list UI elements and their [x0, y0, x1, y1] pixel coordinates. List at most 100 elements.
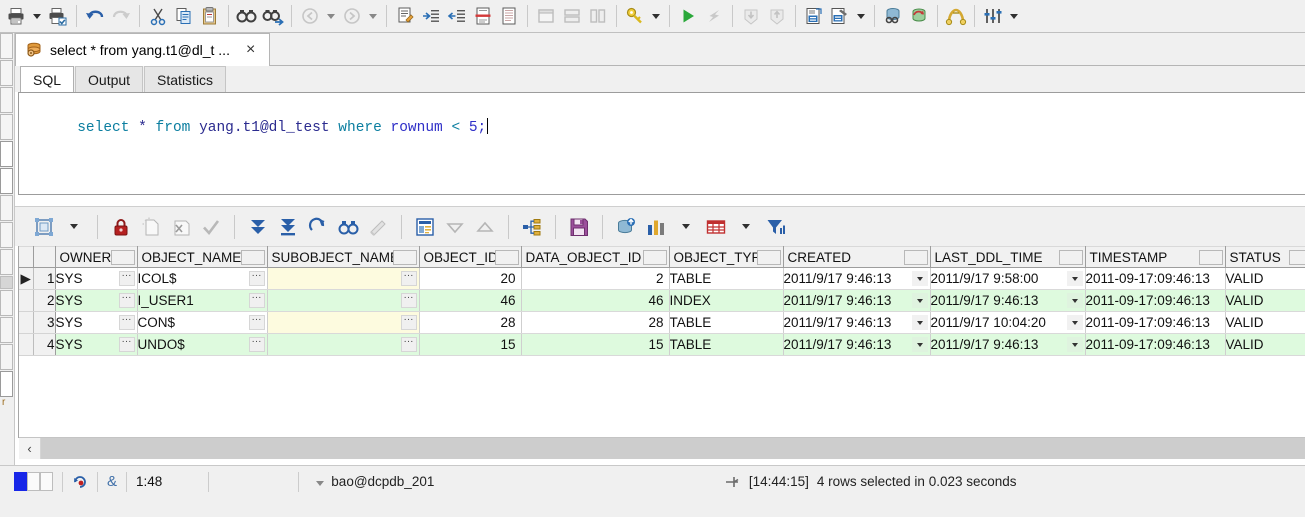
cell-owner[interactable]: SYS ···	[55, 289, 138, 312]
column-sort-handle[interactable]	[642, 249, 667, 265]
date-dropdown-caret[interactable]	[1066, 293, 1083, 308]
previous-record-icon[interactable]	[440, 212, 470, 242]
grid-export-caret[interactable]	[731, 212, 761, 242]
cell-subobject-name[interactable]: ···	[267, 267, 420, 290]
results-grid[interactable]: OWNER OBJECT_NAME SUBOBJECT_NAME OBJECT_…	[18, 246, 1305, 438]
cell-status[interactable]: VALID	[1225, 311, 1305, 334]
database-search-icon[interactable]	[880, 3, 906, 29]
explain-plan-key-icon[interactable]	[622, 3, 648, 29]
recording-icon[interactable]	[72, 474, 88, 490]
cell-timestamp[interactable]: 2011-09-17:09:46:13	[1085, 333, 1226, 356]
dock-stub[interactable]	[0, 249, 13, 275]
preferences-caret[interactable]	[1006, 3, 1022, 29]
cell-ellipsis-button[interactable]: ···	[118, 293, 135, 308]
cell-subobject-name[interactable]: ···	[267, 333, 420, 356]
column-header-last-ddl-time[interactable]: LAST_DDL_TIME	[930, 246, 1086, 268]
cell-ellipsis-button[interactable]: ···	[248, 315, 265, 330]
table-row[interactable]: 2 SYS ··· I_USER1 ··· ··· 46 46 INDEX 2011…	[19, 289, 1305, 312]
worksheet-tab[interactable]: select * from yang.t1@dl_t ... ×	[15, 33, 270, 66]
dock-stub[interactable]	[0, 222, 13, 248]
column-header-object-name[interactable]: OBJECT_NAME	[137, 246, 268, 268]
cell-ellipsis-button[interactable]: ···	[400, 315, 417, 330]
sql-editor-content[interactable]: select * from yang.t1@dl_test where rown…	[19, 93, 1305, 157]
lock-record-icon[interactable]	[106, 212, 136, 242]
session-tools-caret[interactable]	[853, 3, 869, 29]
print-icon[interactable]	[3, 3, 29, 29]
cell-subobject-name[interactable]: ···	[267, 311, 420, 334]
indent-left-icon[interactable]	[444, 3, 470, 29]
cell-object-name[interactable]: UNDO$ ···	[137, 333, 268, 356]
cell-ellipsis-button[interactable]: ···	[248, 271, 265, 286]
tab-sql[interactable]: SQL	[20, 66, 75, 92]
column-sort-handle[interactable]	[1288, 249, 1305, 265]
cell-object-id[interactable]: 15	[419, 333, 522, 356]
find-data-icon[interactable]	[333, 212, 363, 242]
find-next-icon[interactable]	[260, 3, 286, 29]
date-dropdown-caret[interactable]	[911, 315, 928, 330]
filter-funnel-icon[interactable]	[761, 212, 791, 242]
forward-icon[interactable]	[339, 3, 365, 29]
date-dropdown-caret[interactable]	[1066, 337, 1083, 352]
cell-object-name[interactable]: CON$ ···	[137, 311, 268, 334]
cell-ellipsis-button[interactable]: ···	[400, 337, 417, 352]
delete-record-icon[interactable]	[166, 212, 196, 242]
grid-export-icon[interactable]	[701, 212, 731, 242]
cell-last-ddl-time[interactable]: 2011/9/17 10:04:20	[930, 311, 1086, 334]
scroll-left-button[interactable]: ‹	[19, 438, 41, 459]
table-row[interactable]: 3 SYS ··· CON$ ··· ··· 28 28 TABLE 2011/9/…	[19, 311, 1305, 334]
cell-object-id[interactable]: 20	[419, 267, 522, 290]
sql-editor[interactable]: select * from yang.t1@dl_test where rown…	[18, 92, 1305, 195]
dbms-output-icon[interactable]	[943, 3, 969, 29]
column-header-created[interactable]: CREATED	[783, 246, 931, 268]
date-dropdown-caret[interactable]	[911, 271, 928, 286]
cell-owner[interactable]: SYS ···	[55, 311, 138, 334]
cell-data-object-id[interactable]: 28	[521, 311, 670, 334]
dock-stub[interactable]	[0, 60, 13, 86]
explain-plan-caret[interactable]	[648, 3, 664, 29]
window-single-icon[interactable]	[533, 3, 559, 29]
pin-icon[interactable]	[723, 473, 741, 491]
cell-object-type[interactable]: TABLE	[669, 311, 784, 334]
master-detail-icon[interactable]	[517, 212, 547, 242]
table-row[interactable]: ▶ 1 SYS ··· ICOL$ ··· ··· 20 2 TABLE 2011/…	[19, 267, 1305, 290]
window-horizontal-split-icon[interactable]	[559, 3, 585, 29]
post-changes-check-icon[interactable]	[196, 212, 226, 242]
grid-layout-icon[interactable]	[29, 212, 59, 242]
cell-last-ddl-time[interactable]: 2011/9/17 9:46:13	[930, 289, 1086, 312]
column-header-object-type[interactable]: OBJECT_TYPE	[669, 246, 784, 268]
cell-status[interactable]: VALID	[1225, 333, 1305, 356]
date-dropdown-caret[interactable]	[911, 337, 928, 352]
redo-icon[interactable]	[108, 3, 134, 29]
connection-indicator[interactable]: bao@dcpdb_201	[316, 474, 434, 489]
cell-ellipsis-button[interactable]: ···	[248, 337, 265, 352]
dock-scroll-thumb[interactable]	[0, 276, 13, 289]
cell-ellipsis-button[interactable]: ···	[400, 271, 417, 286]
column-header-status[interactable]: STATUS	[1225, 246, 1305, 268]
column-header-data-object-id[interactable]: DATA_OBJECT_ID	[521, 246, 670, 268]
copy-icon[interactable]	[171, 3, 197, 29]
cell-object-id[interactable]: 28	[419, 311, 522, 334]
dock-stub[interactable]	[0, 87, 13, 113]
next-record-icon[interactable]	[470, 212, 500, 242]
format-sql-icon[interactable]	[392, 3, 418, 29]
cell-ellipsis-button[interactable]: ···	[118, 315, 135, 330]
cut-icon[interactable]	[145, 3, 171, 29]
cell-created[interactable]: 2011/9/17 9:46:13	[783, 311, 931, 334]
cell-object-type[interactable]: INDEX	[669, 289, 784, 312]
close-icon[interactable]: ×	[246, 42, 255, 58]
cell-last-ddl-time[interactable]: 2011/9/17 9:46:13	[930, 333, 1086, 356]
save-dataset-icon[interactable]	[564, 212, 594, 242]
print-setup-icon[interactable]	[45, 3, 71, 29]
column-sort-handle[interactable]	[756, 249, 781, 265]
dock-stub[interactable]	[0, 290, 13, 316]
column-header-subobject-name[interactable]: SUBOBJECT_NAME	[267, 246, 420, 268]
column-sort-handle[interactable]	[494, 249, 519, 265]
column-header-owner[interactable]: OWNER	[55, 246, 138, 268]
dock-stub[interactable]	[0, 168, 13, 194]
insert-record-icon[interactable]	[136, 212, 166, 242]
column-sort-handle[interactable]	[903, 249, 928, 265]
export-to-database-icon[interactable]	[611, 212, 641, 242]
column-sort-handle[interactable]	[1198, 249, 1223, 265]
insert-mode-blocks[interactable]	[14, 472, 53, 491]
cell-object-type[interactable]: TABLE	[669, 333, 784, 356]
